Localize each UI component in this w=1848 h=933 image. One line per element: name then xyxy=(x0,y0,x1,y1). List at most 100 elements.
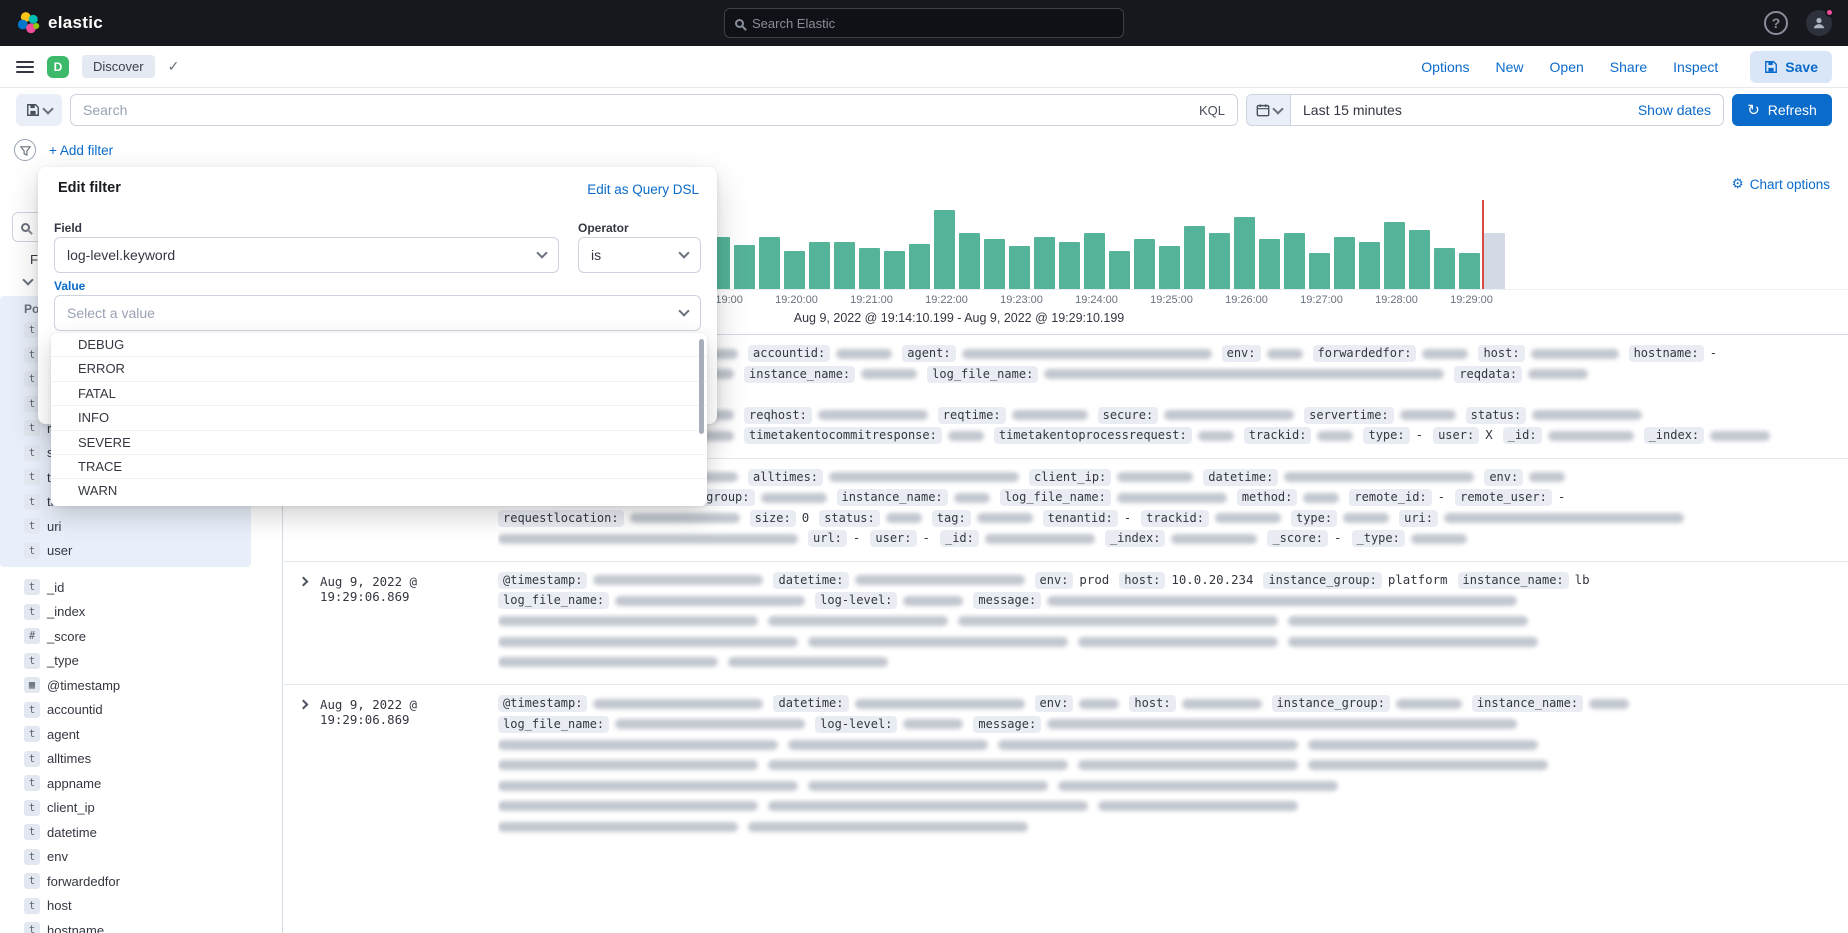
expand-row-icon[interactable] xyxy=(299,576,309,586)
value-option-trace[interactable]: TRACE xyxy=(51,455,707,479)
redacted-value xyxy=(1589,699,1629,709)
string-field-icon: t xyxy=(24,518,40,534)
kql-search-input[interactable] xyxy=(83,102,1189,118)
scrollbar[interactable] xyxy=(699,339,704,434)
time-range-value[interactable]: Last 15 minutes xyxy=(1291,102,1414,118)
field-item-uri[interactable]: turi xyxy=(0,514,251,539)
value-select[interactable]: Select a value xyxy=(54,295,701,331)
field-item-_type[interactable]: t_type xyxy=(0,649,282,674)
field-name: hostname xyxy=(47,923,104,933)
redacted-value xyxy=(498,822,738,832)
redacted-value xyxy=(1012,410,1088,420)
quick-select-button[interactable] xyxy=(1247,95,1291,125)
field-name-chip: instance_name: xyxy=(1458,572,1569,589)
nav-link-inspect[interactable]: Inspect xyxy=(1673,59,1718,75)
field-name-chip: forwardedfor: xyxy=(1313,345,1417,362)
value-option-debug[interactable]: DEBUG xyxy=(51,333,707,357)
field-item-_score[interactable]: #_score xyxy=(0,624,282,649)
gear-icon: ⚙ xyxy=(1732,176,1744,192)
value-options-listbox: DEBUGERRORFATALINFOSEVERETRACEWARN xyxy=(51,333,707,506)
operator-select[interactable]: is xyxy=(578,237,701,273)
kql-language-button[interactable]: KQL xyxy=(1189,103,1225,118)
field-item-alltimes[interactable]: talltimes xyxy=(0,747,282,772)
global-search[interactable] xyxy=(724,8,1124,38)
redacted-value xyxy=(498,740,778,750)
global-search-input[interactable] xyxy=(752,16,1113,31)
number-field-icon: # xyxy=(24,628,40,644)
redacted-value xyxy=(1531,349,1619,359)
x-axis-tick: 19:24:00 xyxy=(1075,294,1118,306)
field-name-chip: reqdata: xyxy=(1454,366,1522,383)
field-item-user[interactable]: tuser xyxy=(0,539,251,564)
field-item-hostname[interactable]: thostname xyxy=(0,918,282,933)
user-avatar[interactable] xyxy=(1806,10,1832,36)
field-name: client_ip xyxy=(47,800,95,815)
field-name-chip: user: xyxy=(870,530,916,547)
redacted-value xyxy=(1267,349,1303,359)
value-option-error[interactable]: ERROR xyxy=(51,357,707,381)
field-name: user xyxy=(47,543,72,558)
field-name-chip: datetime: xyxy=(1203,469,1278,486)
space-badge[interactable]: D xyxy=(47,56,69,78)
help-icon[interactable]: ? xyxy=(1764,11,1788,35)
query-bar: KQL Last 15 minutes Show dates ↻ Refresh xyxy=(0,88,1848,132)
x-axis-tick: 19:25:00 xyxy=(1150,294,1193,306)
field-select[interactable]: log-level.keyword xyxy=(54,237,559,273)
date-picker: Last 15 minutes Show dates xyxy=(1246,94,1724,126)
value-option-info[interactable]: INFO xyxy=(51,406,707,430)
histogram-bar xyxy=(784,251,805,289)
field-item-_index[interactable]: t_index xyxy=(0,600,282,625)
nav-bar: D Discover ✓ OptionsNewOpenShareInspectS… xyxy=(0,46,1848,88)
saved-query-button[interactable] xyxy=(16,94,62,126)
redacted-value xyxy=(1532,410,1642,420)
field-name-chip: tag: xyxy=(932,510,971,527)
nav-link-open[interactable]: Open xyxy=(1550,59,1584,75)
field-name-chip: _score: xyxy=(1267,530,1328,547)
save-button[interactable]: Save xyxy=(1750,51,1832,83)
field-item-accountid[interactable]: taccountid xyxy=(0,698,282,723)
menu-icon[interactable] xyxy=(16,61,34,73)
field-value: 10.0.20.234 xyxy=(1171,572,1253,587)
elastic-brand[interactable]: elastic xyxy=(16,11,103,35)
field-item-host[interactable]: thost xyxy=(0,894,282,919)
value-option-severe[interactable]: SEVERE xyxy=(51,431,707,455)
filter-bar: + Add filter xyxy=(0,132,1848,168)
chart-options-button[interactable]: ⚙ Chart options xyxy=(1732,176,1830,192)
redacted-value xyxy=(958,616,1278,626)
field-item-_id[interactable]: t_id xyxy=(0,575,282,600)
nav-link-share[interactable]: Share xyxy=(1610,59,1647,75)
expand-row-icon[interactable] xyxy=(299,700,309,710)
breadcrumb[interactable]: Discover xyxy=(82,55,155,78)
value-option-fatal[interactable]: FATAL xyxy=(51,382,707,406)
value-option-warn[interactable]: WARN xyxy=(51,479,707,503)
row-timestamp: Aug 9, 2022 @ 19:29:06.869 xyxy=(320,695,498,839)
kql-search-bar[interactable]: KQL xyxy=(70,94,1238,126)
table-row: Aug 9, 2022 @ 19:29:06.869@timestamp:dat… xyxy=(284,684,1848,849)
filter-menu-icon[interactable] xyxy=(14,139,36,161)
show-dates-button[interactable]: Show dates xyxy=(1638,102,1723,118)
redacted-value xyxy=(903,596,963,606)
person-icon xyxy=(1812,16,1826,30)
field-value: 0 xyxy=(802,510,809,525)
histogram-bar xyxy=(1234,217,1255,289)
string-field-icon: t xyxy=(24,543,40,559)
nav-link-options[interactable]: Options xyxy=(1421,59,1469,75)
field-item-client_ip[interactable]: tclient_ip xyxy=(0,796,282,821)
redacted-value xyxy=(948,431,984,441)
field-name-chip: host: xyxy=(1478,345,1524,362)
histogram-bar xyxy=(1109,251,1130,289)
row-source: @timestamp:datetime:env:prodhost:10.0.20… xyxy=(498,572,1832,675)
add-filter-button[interactable]: + Add filter xyxy=(49,143,113,158)
refresh-button[interactable]: ↻ Refresh xyxy=(1732,94,1832,126)
field-item-env[interactable]: tenv xyxy=(0,845,282,870)
chevron-down-icon xyxy=(536,247,547,258)
field-item-datetime[interactable]: tdatetime xyxy=(0,820,282,845)
field-item-agent[interactable]: tagent xyxy=(0,722,282,747)
edit-as-query-dsl-link[interactable]: Edit as Query DSL xyxy=(587,182,699,197)
nav-link-new[interactable]: New xyxy=(1496,59,1524,75)
field-item-appname[interactable]: tappname xyxy=(0,771,282,796)
x-axis-tick: 19:23:00 xyxy=(1000,294,1043,306)
field-item-@timestamp[interactable]: ▦@timestamp xyxy=(0,673,282,698)
field-value: - xyxy=(923,530,930,545)
field-item-forwardedfor[interactable]: tforwardedfor xyxy=(0,869,282,894)
